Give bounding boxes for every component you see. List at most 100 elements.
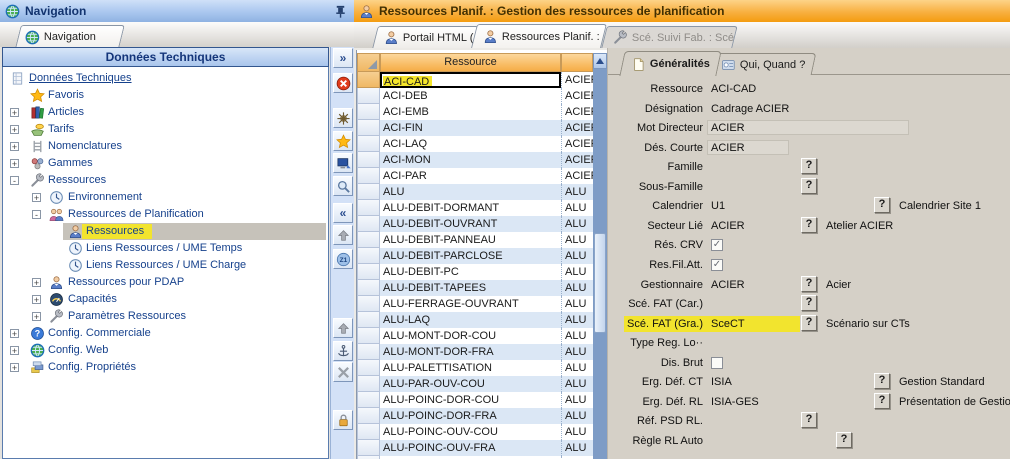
window-tab-1[interactable]: Portail HTML (17:09): [372, 26, 478, 48]
row-header[interactable]: [357, 296, 380, 312]
monitor-button[interactable]: [333, 153, 353, 173]
table-row[interactable]: ALU-DEBIT-PCALU: [357, 264, 608, 280]
tree-item[interactable]: -Ressources: [3, 172, 328, 189]
table-row[interactable]: ALU-PAR-OUV-COUALU: [357, 376, 608, 392]
row-header[interactable]: [357, 344, 380, 360]
table-row[interactable]: ACI-CADACIER: [357, 72, 608, 88]
lookup-button[interactable]: ?: [801, 158, 817, 174]
table-row[interactable]: ALU-MONT-DOR-COUALU: [357, 328, 608, 344]
table-row[interactable]: ALU-DEBIT-PARCLOSEALU: [357, 248, 608, 264]
tree-item[interactable]: Ressources: [3, 223, 328, 240]
tree-item[interactable]: -Ressources de Planification: [3, 206, 328, 223]
table-row[interactable]: ALU-PALETTISATIONALU: [357, 360, 608, 376]
tree-item[interactable]: Données Techniques: [3, 70, 328, 87]
row-header[interactable]: [357, 376, 380, 392]
close-button[interactable]: [333, 73, 353, 93]
expand-icon[interactable]: +: [32, 193, 41, 202]
lock-button[interactable]: [333, 410, 353, 430]
tree-item[interactable]: +Tarifs: [3, 121, 328, 138]
anchor-button[interactable]: [333, 341, 353, 361]
expand-icon[interactable]: +: [10, 329, 19, 338]
lookup-button[interactable]: ?: [801, 295, 817, 311]
table-row[interactable]: ALU-POINC-OUV-FRAALU: [357, 440, 608, 456]
row-header[interactable]: [357, 216, 380, 232]
row-header[interactable]: [357, 312, 380, 328]
collapse-icon[interactable]: -: [32, 210, 41, 219]
clear-button[interactable]: [333, 362, 353, 382]
lookup-button[interactable]: ?: [874, 197, 890, 213]
table-row[interactable]: ALU-POINC-OUV-COUALU: [357, 424, 608, 440]
row-header[interactable]: [357, 264, 380, 280]
lookup-button[interactable]: ?: [801, 178, 817, 194]
tree-item[interactable]: +Nomenclatures: [3, 138, 328, 155]
move-up-button[interactable]: [333, 318, 353, 338]
row-header[interactable]: [357, 280, 380, 296]
table-row[interactable]: ALU-POINC-DOR-COUALU: [357, 392, 608, 408]
tree-item[interactable]: +Environnement: [3, 189, 328, 206]
expand-icon[interactable]: +: [32, 278, 41, 287]
table-row[interactable]: ALU-FERRAGE-OUVRANTALU: [357, 296, 608, 312]
row-header[interactable]: [357, 232, 380, 248]
row-header[interactable]: [357, 184, 380, 200]
row-header[interactable]: [357, 424, 380, 440]
lookup-button[interactable]: ?: [801, 315, 817, 331]
tree-item[interactable]: +Paramètres Ressources: [3, 308, 328, 325]
tree-item[interactable]: +Config. Propriétés: [3, 359, 328, 376]
row-header[interactable]: [357, 152, 380, 168]
window-tab-3[interactable]: Scé. Suivi Fab. : Scénari...: [601, 26, 737, 48]
table-row[interactable]: ALU-DEBIT-TAPEESALU: [357, 280, 608, 296]
column-header-resource[interactable]: Ressource: [380, 53, 561, 72]
column-header-2[interactable]: [561, 53, 593, 72]
row-header[interactable]: [357, 72, 380, 88]
collapse-icon[interactable]: -: [10, 176, 19, 185]
tree-item[interactable]: Liens Ressources / UME Charge: [3, 257, 328, 274]
lookup-button[interactable]: ?: [874, 393, 890, 409]
lookup-button[interactable]: ?: [874, 373, 890, 389]
tree-item[interactable]: Liens Ressources / UME Temps: [3, 240, 328, 257]
table-scrollbar[interactable]: [593, 53, 607, 459]
row-header[interactable]: [357, 328, 380, 344]
scroll-up-button[interactable]: [593, 53, 607, 69]
row-header[interactable]: [357, 360, 380, 376]
table-row[interactable]: ALU-DEBIT-PANNEAUALU: [357, 232, 608, 248]
expand-icon[interactable]: +: [10, 142, 19, 151]
move-up-button[interactable]: [333, 225, 353, 245]
table-row[interactable]: ACI-PARACIER: [357, 168, 608, 184]
tree-item[interactable]: +Gammes: [3, 155, 328, 172]
table-row[interactable]: ALU-POINC-DOR-FRAALU: [357, 408, 608, 424]
tree-item[interactable]: +?Config. Commerciale: [3, 325, 328, 342]
checkbox-checked[interactable]: ✓: [711, 259, 723, 271]
row-header[interactable]: [357, 248, 380, 264]
table-row[interactable]: ACI-FINACIER: [357, 120, 608, 136]
row-header[interactable]: [357, 440, 380, 456]
cell-resource[interactable]: ACI-CAD: [380, 72, 561, 88]
expand-icon[interactable]: +: [10, 363, 19, 372]
collapse-left-button[interactable]: «: [333, 203, 353, 223]
wheel-button[interactable]: [333, 108, 353, 128]
expand-icon[interactable]: +: [32, 295, 41, 304]
expand-icon[interactable]: +: [32, 312, 41, 321]
checkbox-unchecked[interactable]: [711, 357, 723, 369]
tree-item[interactable]: +Config. Web: [3, 342, 328, 359]
search-button[interactable]: [333, 176, 353, 196]
window-tab-2[interactable]: Ressources Planif. : Ges...: [471, 24, 607, 48]
lookup-button[interactable]: ?: [801, 276, 817, 292]
table-row[interactable]: ACI-MONACIER: [357, 152, 608, 168]
row-header[interactable]: [357, 200, 380, 216]
table-row[interactable]: ACI-DEBACIER: [357, 88, 608, 104]
lookup-button[interactable]: ?: [801, 217, 817, 233]
row-header[interactable]: [357, 120, 380, 136]
table-row[interactable]: ALU-DEBIT-OUVRANTALU: [357, 216, 608, 232]
row-header[interactable]: [357, 408, 380, 424]
table-row[interactable]: ACI-EMBACIER: [357, 104, 608, 120]
table-row[interactable]: ALU-MONT-DOR-FRAALU: [357, 344, 608, 360]
detail-tab-1[interactable]: Généralités: [619, 51, 721, 76]
table-row[interactable]: ALU-LAQALU: [357, 312, 608, 328]
table-row[interactable]: ACI-LAQACIER: [357, 136, 608, 152]
expand-icon[interactable]: +: [10, 346, 19, 355]
tree-item[interactable]: +Ressources pour PDAP: [3, 274, 328, 291]
tree-item[interactable]: +Capacités: [3, 291, 328, 308]
expand-icon[interactable]: +: [10, 159, 19, 168]
row-header[interactable]: [357, 88, 380, 104]
row-header[interactable]: [357, 168, 380, 184]
